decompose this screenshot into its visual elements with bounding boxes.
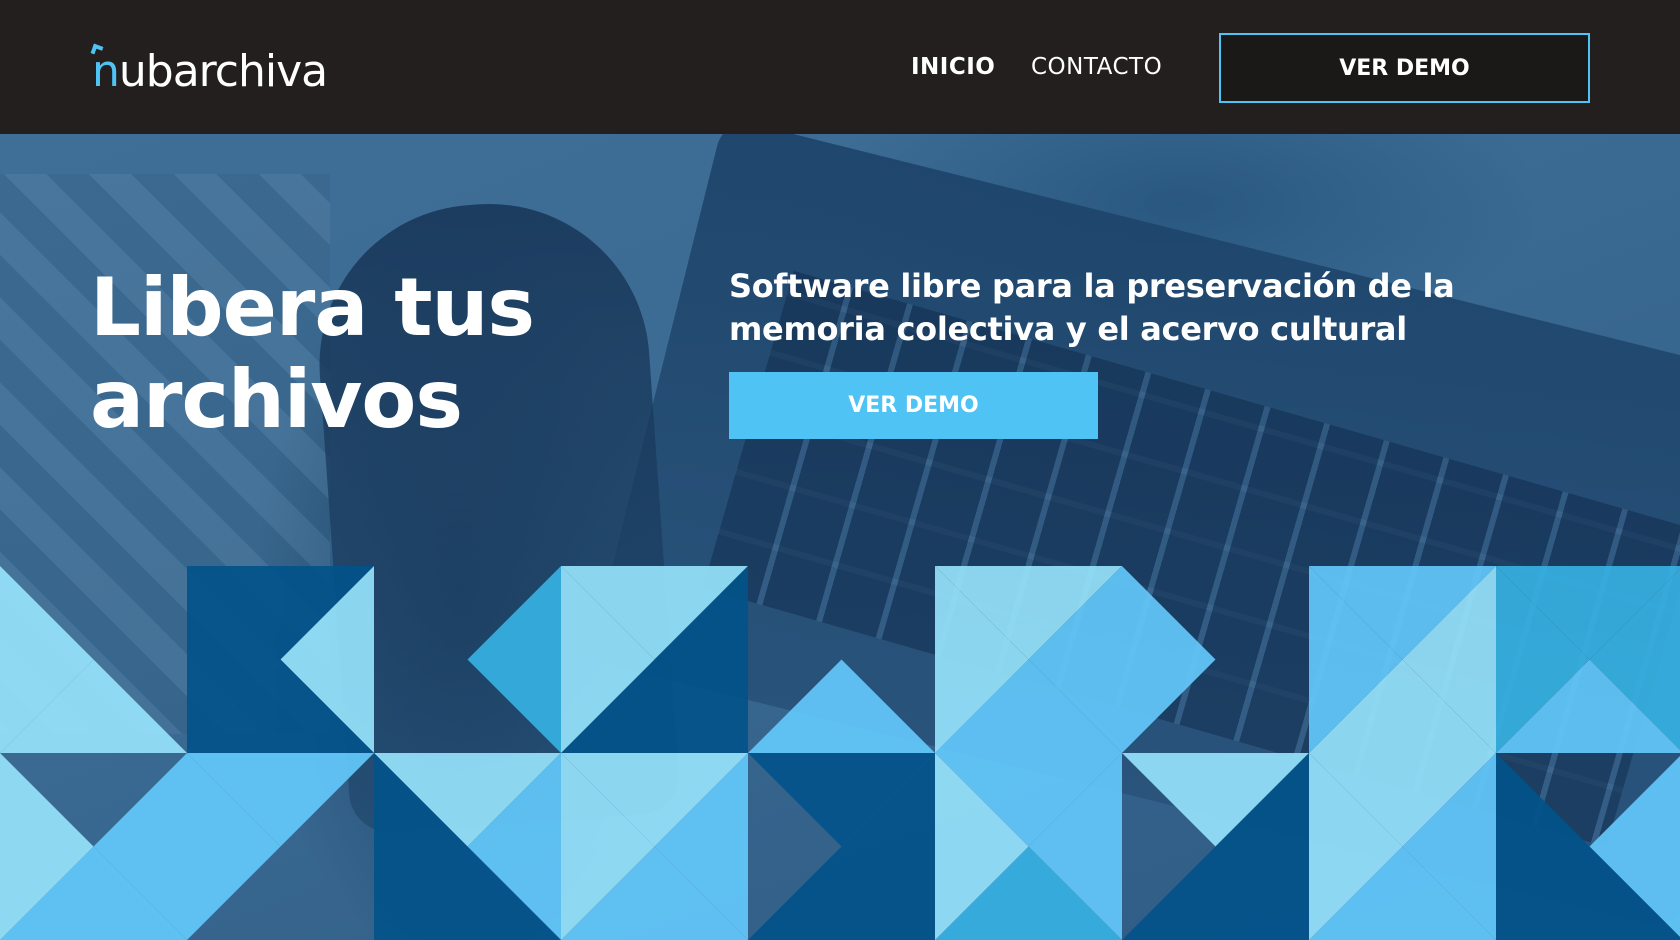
hero-title: Libera tus archivos — [90, 262, 650, 446]
triangle-tiles — [0, 566, 1680, 940]
pattern-triangle — [748, 659, 935, 753]
geometric-triangle-pattern — [0, 566, 1680, 940]
pattern-triangle — [467, 566, 561, 753]
hero-ver-demo-button[interactable]: VER DEMO — [729, 372, 1098, 439]
hero-subtitle: Software libre para la preservación de l… — [729, 267, 1455, 348]
pattern-triangle — [1122, 566, 1216, 753]
logo-accent-letter: n — [90, 43, 120, 94]
logo-tick-icon — [90, 43, 104, 57]
hero-title-line-2: archivos — [90, 353, 463, 446]
nav-ver-demo-button[interactable]: VER DEMO — [1219, 33, 1590, 103]
hero-title-line-1: Libera tus — [90, 261, 535, 354]
top-navbar: n ubarchiva INICIO CONTACTO VER DEMO — [0, 0, 1680, 134]
logo-wordmark: ubarchiva — [118, 46, 328, 97]
nav-link-contacto[interactable]: CONTACTO — [1031, 52, 1162, 82]
nav-link-inicio[interactable]: INICIO — [911, 52, 995, 82]
nubarchiva-logo[interactable]: n ubarchiva — [90, 40, 328, 97]
